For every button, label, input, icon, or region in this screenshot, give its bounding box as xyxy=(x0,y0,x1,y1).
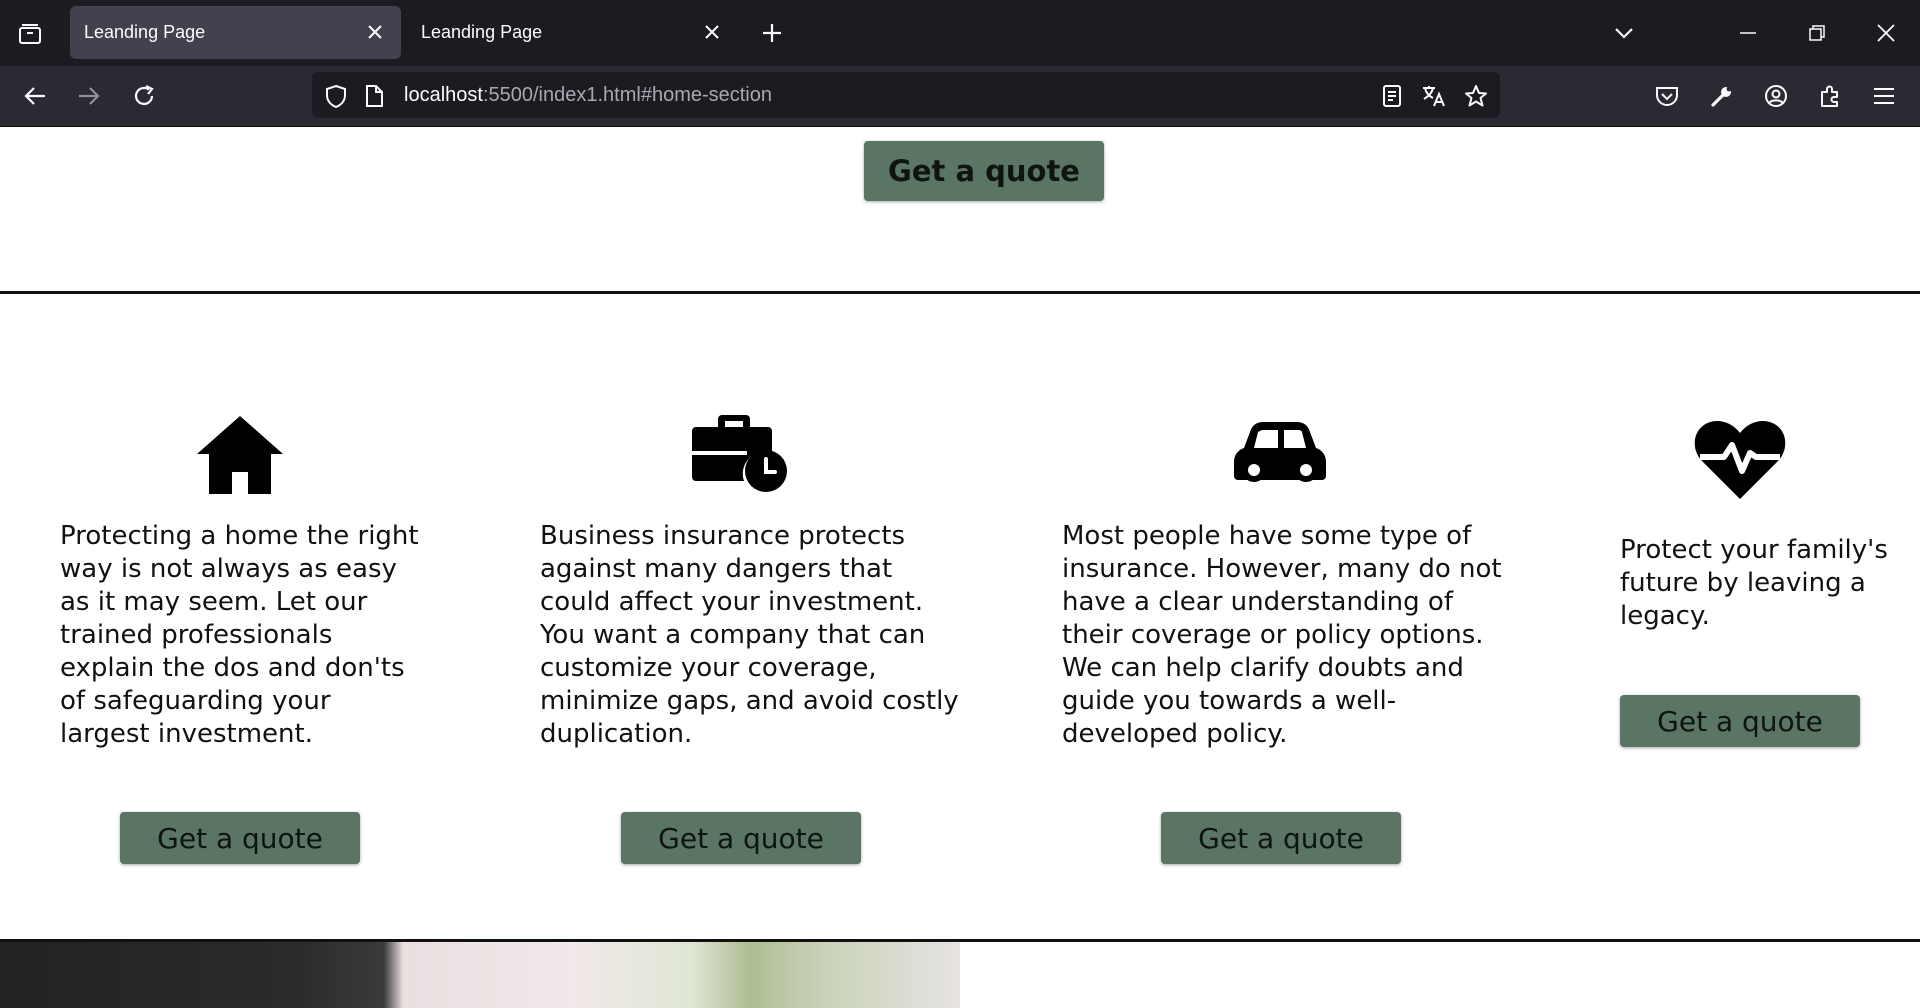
tab-bar: Leanding Page Leanding Page xyxy=(0,0,1920,66)
back-icon[interactable] xyxy=(17,78,53,114)
section-divider xyxy=(0,291,1920,294)
get-quote-button[interactable]: Get a quote xyxy=(1161,812,1401,864)
navigation-bar: localhost:5500/index1.html#home-section xyxy=(0,66,1920,127)
tab-inactive[interactable]: Leanding Page xyxy=(407,6,738,59)
home-insurance-text: Protecting a home the right way is not a… xyxy=(60,521,419,749)
page-icon xyxy=(360,82,388,110)
reader-view-icon[interactable] xyxy=(1378,82,1406,110)
auto-insurance-text: Most people have some type of insurance.… xyxy=(1062,521,1502,749)
close-window-icon[interactable] xyxy=(1866,14,1906,52)
url-path: :5500/index1.html#home-section xyxy=(482,84,772,106)
minimize-icon[interactable] xyxy=(1728,14,1768,52)
restore-icon[interactable] xyxy=(1797,14,1837,52)
menu-icon[interactable] xyxy=(1866,78,1902,114)
new-tab-icon[interactable] xyxy=(756,17,788,49)
tab-active[interactable]: Leanding Page xyxy=(70,6,401,59)
list-all-tabs-icon[interactable] xyxy=(1604,14,1644,52)
wrench-icon[interactable] xyxy=(1704,78,1740,114)
page-content: Get a quote Protecting a home the right … xyxy=(0,127,1920,1008)
account-icon[interactable] xyxy=(1758,78,1794,114)
car-icon xyxy=(1232,419,1328,491)
close-tab-icon[interactable] xyxy=(363,20,387,44)
bookmark-star-icon[interactable] xyxy=(1462,82,1490,110)
get-quote-button[interactable]: Get a quote xyxy=(1620,695,1860,747)
get-quote-button[interactable]: Get a quote xyxy=(864,141,1104,201)
forward-icon[interactable] xyxy=(71,78,107,114)
pocket-icon[interactable] xyxy=(1649,78,1685,114)
shield-icon[interactable] xyxy=(322,82,350,110)
reload-icon[interactable] xyxy=(126,78,162,114)
life-insurance-text: Protect your family's future by leaving … xyxy=(1620,535,1888,631)
url-text[interactable]: localhost:5500/index1.html#home-section xyxy=(404,84,772,107)
tab-title: Leanding Page xyxy=(84,22,206,42)
get-quote-button[interactable]: Get a quote xyxy=(621,812,861,864)
section-photo xyxy=(0,942,960,1008)
url-bar[interactable]: localhost:5500/index1.html#home-section xyxy=(312,72,1500,118)
business-insurance-text: Business insurance protects against many… xyxy=(540,521,959,749)
house-icon xyxy=(194,413,286,495)
url-host: localhost xyxy=(404,84,483,106)
heart-pulse-icon xyxy=(1694,419,1786,499)
translate-icon[interactable] xyxy=(1420,82,1448,110)
tab-title: Leanding Page xyxy=(421,22,543,42)
briefcase-clock-icon xyxy=(692,415,788,493)
close-tab-icon[interactable] xyxy=(700,20,724,44)
tab-list-icon[interactable] xyxy=(12,17,48,51)
extensions-icon[interactable] xyxy=(1812,78,1848,114)
get-quote-button[interactable]: Get a quote xyxy=(120,812,360,864)
